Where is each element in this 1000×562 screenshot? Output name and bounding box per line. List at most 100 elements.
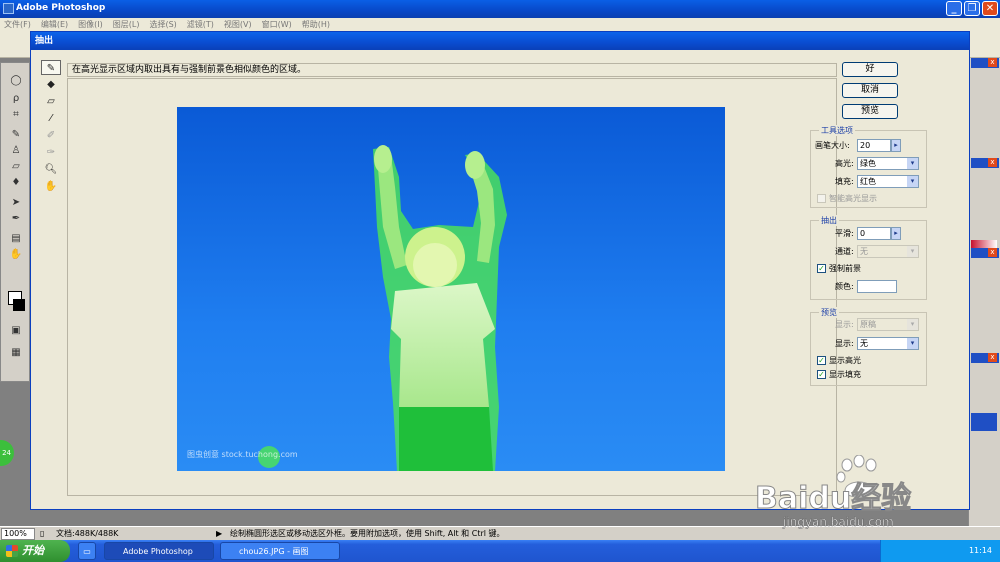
smooth-field[interactable]: 0 xyxy=(857,227,891,240)
hand-tool-icon[interactable]: ✋ xyxy=(41,179,61,194)
show-fill-label: 显示填充 xyxy=(829,370,861,379)
restore-button[interactable]: ❐ xyxy=(964,1,980,16)
tool-options-group: 工具选项 画笔大小: 20 ▸ 高光: 绿色 ▾ 填充: 红色 ▾ 智能高光显示 xyxy=(810,125,927,208)
desktop-badge: 24 xyxy=(0,440,14,466)
path-select-tool-icon[interactable]: ➤ xyxy=(9,197,23,209)
palette-close-icon[interactable]: x xyxy=(988,158,997,167)
app-title-bar: Adobe Photoshop _ ❐ ✕ xyxy=(0,0,1000,18)
tool-options-label: 工具选项 xyxy=(819,125,855,136)
show-desktop-icon[interactable]: ▭ xyxy=(78,542,96,560)
preview-button[interactable]: 预览 xyxy=(842,104,898,119)
extraction-label: 抽出 xyxy=(819,215,839,226)
fill-label: 填充: xyxy=(835,177,854,186)
stamp-tool-icon[interactable]: ♙ xyxy=(9,145,23,157)
layer-row-selected[interactable] xyxy=(971,413,997,431)
hand-tool-icon[interactable]: ✋ xyxy=(9,249,23,261)
notes-tool-icon[interactable]: ▤ xyxy=(9,233,23,245)
menu-view[interactable]: 视图(V) xyxy=(224,18,252,32)
fill-value: 红色 xyxy=(860,177,876,186)
minimize-button[interactable]: _ xyxy=(946,1,962,16)
show-value: 原稿 xyxy=(860,320,876,329)
brush-tool-icon[interactable]: ✎ xyxy=(9,129,23,141)
screen-mode-icon[interactable]: ▦ xyxy=(9,347,23,359)
menu-select[interactable]: 选择(S) xyxy=(149,18,176,32)
chevron-down-icon: ▾ xyxy=(907,319,918,330)
close-button[interactable]: ✕ xyxy=(982,1,998,16)
channel-select: 无 ▾ xyxy=(857,245,919,258)
show-select: 原稿 ▾ xyxy=(857,318,919,331)
brush-size-label: 画笔大小: xyxy=(815,141,850,150)
app-title: Adobe Photoshop xyxy=(16,3,106,13)
zoom-field[interactable]: 100% xyxy=(1,528,35,540)
preview-label: 预览 xyxy=(819,307,839,318)
dialog-hint-text: 在高光显示区域内取出具有与强制前景色相似颜色的区域。 xyxy=(72,65,307,75)
force-foreground-label: 强制前景 xyxy=(829,264,861,273)
pen-tool-icon[interactable]: ✒ xyxy=(9,213,23,225)
eraser-tool-icon[interactable]: ▱ xyxy=(9,161,23,173)
show-highlight-checkbox[interactable]: ✓ xyxy=(817,356,826,365)
menu-help[interactable]: 帮助(H) xyxy=(302,18,330,32)
menu-image[interactable]: 图像(I) xyxy=(78,18,103,32)
start-button[interactable]: 开始 xyxy=(0,540,70,562)
doc-size: 文档:488K/488K xyxy=(56,529,119,538)
display-value: 无 xyxy=(860,339,868,348)
highlighted-subject xyxy=(258,145,507,471)
force-foreground-checkbox[interactable]: ✓ xyxy=(817,264,826,273)
cancel-button[interactable]: 取消 xyxy=(842,83,898,98)
smooth-arrow-icon[interactable]: ▸ xyxy=(891,227,901,240)
palette-header: x xyxy=(971,58,999,68)
menu-file[interactable]: 文件(F) xyxy=(4,18,31,32)
menu-layer[interactable]: 图层(L) xyxy=(113,18,140,32)
extraction-group: 抽出 平滑: 0 ▸ 通道: 无 ▾ ✓ 强制前景 颜色: xyxy=(810,215,927,300)
windows-logo-icon xyxy=(6,545,18,557)
dialog-toolbar: ✎ ◆ ▱ ⁄ ✐ ✑ 🔍︎ ✋ xyxy=(41,60,65,200)
crop-tool-icon[interactable]: ⌗ xyxy=(9,109,23,121)
color-ramp[interactable] xyxy=(971,240,997,248)
display-select[interactable]: 无 ▾ xyxy=(857,337,919,350)
eraser-tool-icon[interactable]: ▱ xyxy=(41,94,61,109)
menu-window[interactable]: 窗口(W) xyxy=(262,18,292,32)
start-label: 开始 xyxy=(22,544,44,557)
palette-close-icon[interactable]: x xyxy=(988,248,997,257)
channel-value: 无 xyxy=(860,247,868,256)
eyedropper-tool-icon[interactable]: ⁄ xyxy=(41,111,61,126)
palette-header: x xyxy=(971,158,999,168)
photoshop-app-icon xyxy=(3,3,14,14)
document-icon: ▯ xyxy=(40,529,45,538)
photo-canvas[interactable]: 图虫创意 stock.tuchong.com xyxy=(177,107,725,471)
photo-watermark: 图虫创意 stock.tuchong.com xyxy=(187,450,298,459)
background-color-swatch[interactable] xyxy=(13,299,25,311)
task-photoshop[interactable]: Adobe Photoshop xyxy=(104,542,214,560)
marquee-tool-icon[interactable]: ◯ xyxy=(9,75,23,87)
task-paint[interactable]: chou26.JPG - 画图 xyxy=(220,542,340,560)
fill-tool-icon[interactable]: ◆ xyxy=(41,77,61,92)
display-label: 显示: xyxy=(835,339,854,348)
channel-label: 通道: xyxy=(835,247,854,256)
brush-size-arrow-icon[interactable]: ▸ xyxy=(891,139,901,152)
fill-select[interactable]: 红色 ▾ xyxy=(857,175,919,188)
smart-highlight-label: 智能高光显示 xyxy=(829,194,877,203)
zoom-tool-icon[interactable]: 🔍︎ xyxy=(41,162,61,177)
show-highlight-label: 显示高光 xyxy=(829,356,861,365)
lasso-tool-icon[interactable]: ρ xyxy=(9,93,23,105)
show-fill-checkbox[interactable]: ✓ xyxy=(817,370,826,379)
edge-highlighter-tool-icon[interactable]: ✎ xyxy=(41,60,61,75)
blur-tool-icon[interactable]: ♦ xyxy=(9,177,23,189)
palette-header: x xyxy=(971,248,999,258)
palette-close-icon[interactable]: x xyxy=(988,58,997,67)
color-label: 颜色: xyxy=(835,282,854,291)
force-color-swatch[interactable] xyxy=(857,280,897,293)
palette-close-icon[interactable]: x xyxy=(988,353,997,362)
baidu-watermark: Baidu经验 jingyan.baidu.com xyxy=(735,454,975,535)
highlight-value: 绿色 xyxy=(860,159,876,168)
brush-size-field[interactable]: 20 xyxy=(857,139,891,152)
highlight-select[interactable]: 绿色 ▾ xyxy=(857,157,919,170)
menu-filter[interactable]: 滤镜(T) xyxy=(187,18,214,32)
menu-edit[interactable]: 编辑(E) xyxy=(41,18,68,32)
play-icon: ▶ xyxy=(216,529,223,538)
ok-button[interactable]: 好 xyxy=(842,62,898,77)
quick-mask-icon[interactable]: ▣ xyxy=(9,325,23,337)
task-photoshop-label: Adobe Photoshop xyxy=(123,547,193,556)
preview-group: 预览 显示: 原稿 ▾ 显示: 无 ▾ ✓ 显示高光 ✓ 显示填充 xyxy=(810,307,927,386)
clock: 11:14 xyxy=(968,546,992,555)
